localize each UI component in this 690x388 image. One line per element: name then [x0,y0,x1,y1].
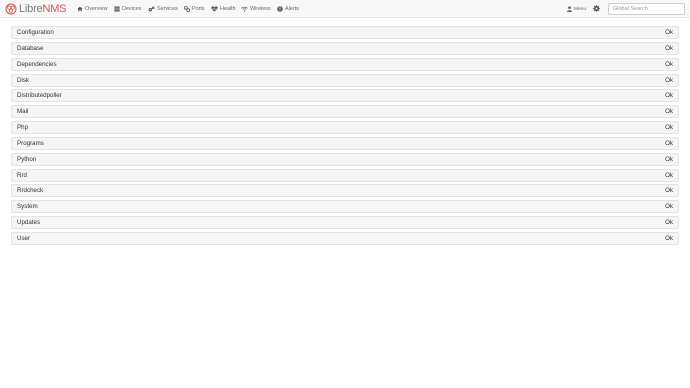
check-name: System [17,203,38,211]
server-icon [114,6,120,12]
check-status: Ok [665,155,673,163]
check-status: Ok [665,171,673,179]
validation-check-list: Configuration Ok Database Ok Dependencies Ok D… [11,26,679,248]
nav-devices-label: Devices [122,6,142,12]
check-status: Ok [665,139,673,147]
check-status: Ok [665,76,673,84]
check-row[interactable]: Updates Ok [11,216,679,230]
check-row[interactable]: User Ok [11,231,679,245]
nav-services-label: Services [157,6,178,12]
nav-overview[interactable]: Overview [77,4,107,14]
check-name: Distributedpoller [17,92,62,100]
home-icon [77,6,83,12]
check-name: Python [17,155,37,163]
check-name: Rrd [17,171,27,179]
check-row[interactable]: Distributedpoller Ok [11,89,679,103]
check-row[interactable]: Dependencies Ok [11,57,679,71]
brand-name: LibreNMS [19,2,67,16]
nav-alerts[interactable]: Alerts [277,4,299,14]
check-row[interactable]: Rrd Ok [11,168,679,182]
check-status: Ok [665,124,673,132]
nav-overview-label: Overview [85,6,108,12]
check-row[interactable]: System Ok [11,200,679,214]
check-name: Configuration [17,29,54,36]
check-status: Ok [665,108,673,116]
check-status: Ok [665,234,673,242]
user-menu[interactable]: Menu [567,4,586,14]
check-status: Ok [665,44,673,52]
heartbeat-icon [211,6,218,12]
user-menu-label: Menu [574,6,586,12]
nav-ports[interactable]: Ports [184,4,205,14]
check-status: Ok [665,219,673,227]
check-name: Database [17,44,44,52]
check-name: Rrdcheck [17,187,44,195]
check-row[interactable]: Configuration Ok [11,26,679,39]
check-name: User [17,234,31,242]
user-icon [567,6,572,12]
nav-ports-label: Ports [192,6,205,12]
check-name: Programs [17,139,44,147]
link-icon [184,6,190,12]
nav-wireless-label: Wireless [250,6,271,12]
brand-nms: NMS [42,3,67,15]
check-row[interactable]: Disk Ok [11,73,679,87]
nav-services[interactable]: Services [148,4,178,14]
check-row[interactable]: Mail Ok [11,105,679,119]
nav-health-label: Health [220,6,236,12]
top-navbar: LibreNMS Overview Devices Services Ports… [0,0,690,18]
wifi-icon [241,6,248,12]
nav-wireless[interactable]: Wireless [241,4,271,14]
librenms-logo-icon [5,3,17,15]
check-name: Updates [17,219,41,227]
check-row[interactable]: Database Ok [11,41,679,55]
check-row[interactable]: Rrdcheck Ok [11,184,679,198]
exclamation-circle-icon [277,6,283,12]
check-status: Ok [665,92,673,100]
global-search-input[interactable] [608,3,685,15]
check-row[interactable]: Python Ok [11,152,679,166]
check-status: Ok [665,29,673,36]
gear-icon[interactable] [593,5,600,12]
check-status: Ok [665,187,673,195]
nav-devices[interactable]: Devices [114,4,141,14]
check-status: Ok [665,60,673,68]
check-name: Disk [17,76,30,84]
brand-logo[interactable]: LibreNMS [5,2,67,16]
nav-health[interactable]: Health [211,4,236,14]
nav-alerts-label: Alerts [285,6,299,12]
cogs-icon [148,6,155,12]
check-name: Mail [17,108,29,116]
check-name: Dependencies [17,60,57,68]
check-row[interactable]: Php Ok [11,121,679,135]
check-name: Php [17,124,29,132]
check-status: Ok [665,203,673,211]
brand-libre: Libre [19,3,43,15]
check-row[interactable]: Programs Ok [11,136,679,150]
